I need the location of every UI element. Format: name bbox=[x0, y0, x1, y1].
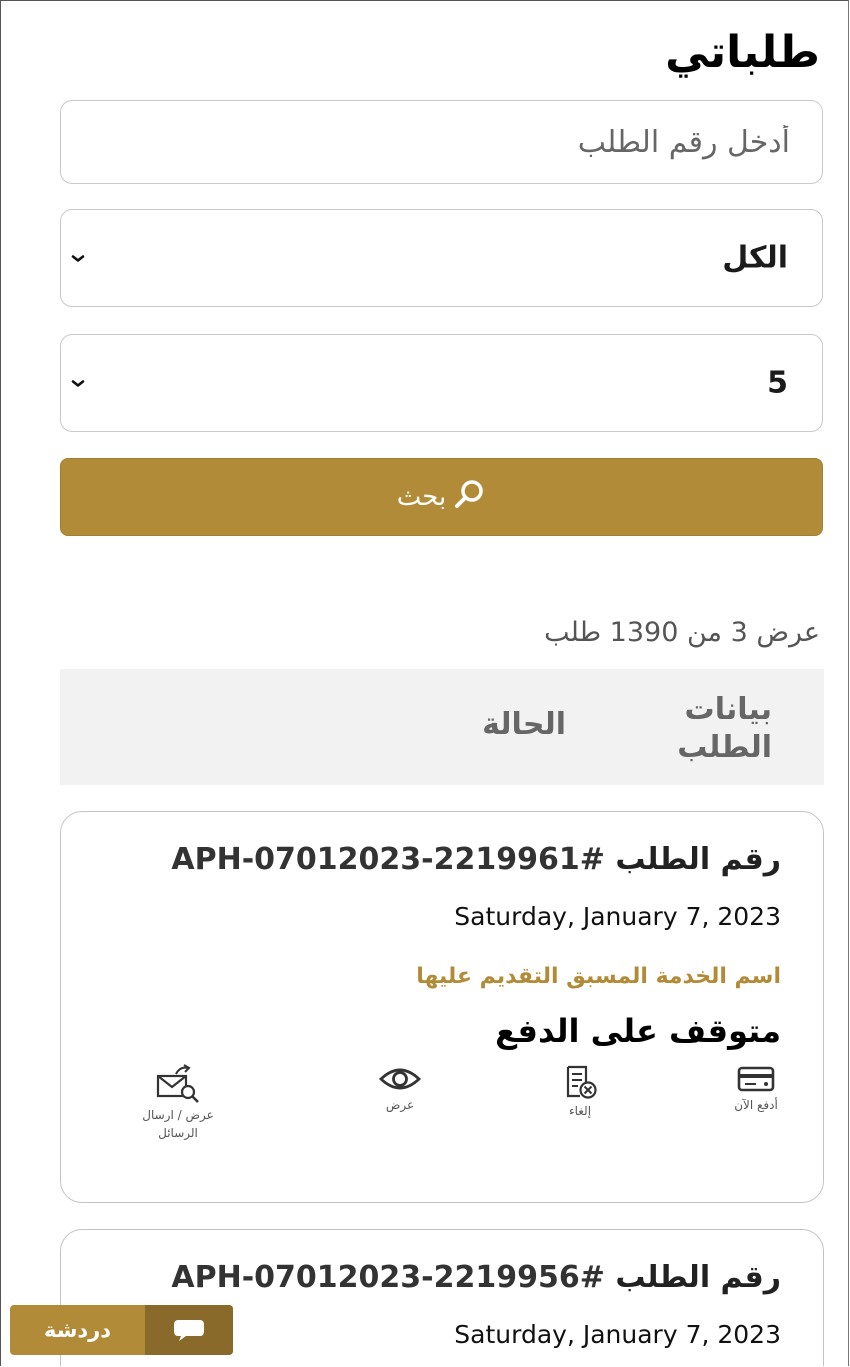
chat-button[interactable]: دردشة bbox=[10, 1305, 233, 1355]
view-label: عرض bbox=[385, 1098, 415, 1112]
search-button-label: بحث bbox=[396, 482, 447, 512]
pay-now-label: أدفع الآن bbox=[734, 1098, 778, 1112]
request-number-value: #APH-07012023-2219956 bbox=[171, 1260, 605, 1295]
request-date: Saturday, January 7, 2023 bbox=[454, 1320, 781, 1349]
column-header-request-data: بيانات الطلب bbox=[677, 692, 772, 765]
cancel-document-icon bbox=[566, 1065, 597, 1099]
page-size-select[interactable]: 5 bbox=[60, 334, 823, 432]
request-number-label: رقم الطلب bbox=[615, 1260, 781, 1295]
chevron-down-icon bbox=[71, 249, 85, 268]
chevron-down-icon bbox=[71, 374, 85, 393]
search-button[interactable]: بحث bbox=[60, 458, 823, 536]
status-filter-select[interactable]: الكل bbox=[60, 209, 823, 307]
status-filter-value: الكل bbox=[722, 240, 788, 276]
messages-action[interactable]: عرض / ارسال الرسائل bbox=[133, 1064, 223, 1142]
service-name: اسم الخدمة المسبق التقديم عليها bbox=[416, 964, 781, 989]
request-number[interactable]: رقم الطلب #APH-07012023-2219956 bbox=[171, 1260, 781, 1295]
request-card: رقم الطلب #APH-07012023-2219961 Saturday… bbox=[60, 811, 824, 1203]
messages-icon bbox=[156, 1064, 199, 1103]
request-number-field[interactable] bbox=[60, 100, 823, 184]
search-icon bbox=[454, 479, 486, 516]
request-number-label: رقم الطلب bbox=[615, 842, 781, 877]
pay-now-action[interactable]: أدفع الآن bbox=[711, 1064, 801, 1114]
page-size-value: 5 bbox=[767, 365, 788, 401]
request-number[interactable]: رقم الطلب #APH-07012023-2219961 bbox=[171, 842, 781, 877]
results-summary: عرض 3 من 1390 طلب bbox=[544, 617, 820, 648]
messages-label: عرض / ارسال الرسائل bbox=[142, 1108, 214, 1140]
request-number-value: #APH-07012023-2219961 bbox=[171, 842, 605, 877]
cancel-label: إلغاء bbox=[568, 1104, 592, 1118]
cancel-action[interactable]: إلغاء bbox=[535, 1064, 625, 1120]
request-number-input[interactable] bbox=[61, 101, 822, 183]
chat-label: دردشة bbox=[43, 1318, 112, 1342]
credit-card-icon bbox=[737, 1066, 775, 1092]
request-status: متوقف على الدفع bbox=[495, 1012, 781, 1050]
table-header: بيانات الطلب الحالة bbox=[60, 669, 824, 785]
request-date: Saturday, January 7, 2023 bbox=[454, 902, 781, 931]
view-action[interactable]: عرض bbox=[355, 1064, 445, 1114]
chat-bubble-icon bbox=[145, 1305, 233, 1355]
column-header-status: الحالة bbox=[482, 707, 566, 742]
eye-icon bbox=[378, 1068, 422, 1090]
page-title: طلباتي bbox=[665, 27, 820, 78]
page-frame: طلباتي الكل 5 بحث عرض 3 من 1390 طلب بيان… bbox=[0, 0, 849, 1366]
